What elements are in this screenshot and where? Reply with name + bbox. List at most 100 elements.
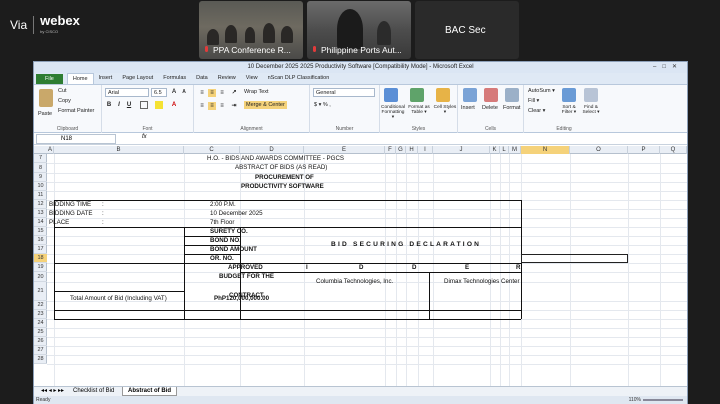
cell-total-label[interactable]: Total Amount of Bid (Including VAT) <box>70 295 167 302</box>
sheet-tab-abstract[interactable]: Abstract of Bid <box>122 387 178 396</box>
bold-button[interactable]: B <box>105 101 113 109</box>
tab-page-layout[interactable]: Page Layout <box>117 73 158 84</box>
conditional-formatting-button[interactable]: Conditional Formatting ▾ <box>380 105 406 120</box>
column-header-f[interactable]: F <box>385 146 396 154</box>
sort-filter-button[interactable]: Sort & Filter ▾ <box>558 105 580 115</box>
font-size-select[interactable]: 6.5 <box>151 88 167 97</box>
indent-icon[interactable]: ⇥ <box>230 102 238 110</box>
cell-bond-amount[interactable]: BOND AMOUNT <box>210 246 257 253</box>
cell-approved[interactable]: APPROVED <box>228 264 263 271</box>
row-header-24[interactable]: 24 <box>34 319 47 328</box>
video-tile-ppa-conference[interactable]: PPA Conference R... <box>199 1 303 59</box>
font-name-select[interactable]: Arial <box>105 88 149 97</box>
video-tile-philippine-ports[interactable]: Philippine Ports Aut... <box>307 1 411 59</box>
tab-home[interactable]: Home <box>66 73 94 84</box>
row-header-8[interactable]: 8 <box>34 163 47 173</box>
column-header-q[interactable]: Q <box>660 146 687 154</box>
row-header-19[interactable]: 19 <box>34 263 47 272</box>
cell-total-value[interactable]: PhP120,000,000.00 <box>214 295 269 302</box>
column-header-p[interactable]: P <box>628 146 660 154</box>
row-header-27[interactable]: 27 <box>34 346 47 355</box>
tab-formulas[interactable]: Formulas <box>158 73 191 84</box>
column-header-l[interactable]: L <box>500 146 509 154</box>
sort-icon[interactable] <box>562 88 576 102</box>
fx-icon[interactable]: fx <box>142 134 147 140</box>
format-as-table-button[interactable]: Format as Table ▾ <box>406 105 432 115</box>
row-header-16[interactable]: 16 <box>34 236 47 245</box>
wrap-text-button[interactable]: Wrap Text <box>244 89 269 95</box>
cell-title-abstract[interactable]: ABSTRACT OF BIDS (AS READ) <box>235 164 327 171</box>
row-header-20[interactable]: 20 <box>34 272 47 282</box>
sheet-tab-checklist[interactable]: Checklist of Bid <box>68 387 119 396</box>
zoom-level[interactable]: 110% <box>629 396 641 404</box>
column-header-n[interactable]: N <box>521 146 570 154</box>
cell-bond-no[interactable]: BOND NO. <box>210 237 241 244</box>
tab-file[interactable]: File <box>36 73 63 84</box>
row-header-12[interactable]: 12 <box>34 200 47 209</box>
column-header-m[interactable]: M <box>509 146 521 154</box>
column-header-a[interactable]: A <box>47 146 54 154</box>
video-tile-bac-sec[interactable]: BAC Sec <box>415 1 519 59</box>
name-box[interactable]: N18 <box>36 134 116 144</box>
row-header-10[interactable]: 10 <box>34 182 47 191</box>
orientation-icon[interactable]: ↗ <box>230 89 238 97</box>
column-header-o[interactable]: O <box>570 146 628 154</box>
row-header-17[interactable]: 17 <box>34 245 47 254</box>
cell-place-label[interactable]: PLACE <box>49 219 69 226</box>
tab-nscan[interactable]: nScan DLP Classification <box>263 73 335 84</box>
delete-icon[interactable] <box>484 88 498 102</box>
row-header-11[interactable]: 11 <box>34 191 47 200</box>
cell-budget-for-the[interactable]: BUDGET FOR THE <box>219 273 274 280</box>
align-left-icon[interactable]: ≡ <box>198 102 206 110</box>
cell-bidder-columbia[interactable]: Columbia Technologies, Inc. <box>316 278 393 285</box>
tab-review[interactable]: Review <box>213 73 241 84</box>
find-select-button[interactable]: Find & Select ▾ <box>580 105 602 115</box>
fill-button[interactable]: Fill ▾ <box>528 98 539 104</box>
row-header-15[interactable]: 15 <box>34 227 47 236</box>
row-header-13[interactable]: 13 <box>34 209 47 218</box>
row-header-28[interactable]: 28 <box>34 355 47 364</box>
cut-button[interactable]: Cut <box>58 88 67 94</box>
zoom-slider[interactable] <box>643 399 683 401</box>
italic-button[interactable]: I <box>115 101 123 109</box>
align-top-icon[interactable]: ≡ <box>198 89 206 97</box>
column-header-e[interactable]: E <box>304 146 385 154</box>
cell-place-value[interactable]: 7th Floor <box>210 219 234 226</box>
row-header-9[interactable]: 9 <box>34 173 47 182</box>
align-bottom-icon[interactable]: ≡ <box>218 89 226 97</box>
paste-button[interactable]: Paste <box>38 111 52 117</box>
insert-button[interactable]: Insert <box>461 105 475 111</box>
sheet-nav-arrows[interactable]: ◂◂ ◂ ▸ ▸▸ <box>36 387 69 396</box>
align-middle-icon[interactable]: ≡ <box>208 89 216 97</box>
column-header-k[interactable]: K <box>490 146 500 154</box>
cell-or-no[interactable]: OR. NO. <box>210 255 234 262</box>
column-header-b[interactable]: B <box>54 146 184 154</box>
clear-button[interactable]: Clear ▾ <box>528 108 545 114</box>
row-header-7[interactable]: 7 <box>34 154 47 163</box>
row-header-14[interactable]: 14 <box>34 218 47 227</box>
cell-styles-icon[interactable] <box>436 88 450 102</box>
column-header-i[interactable]: I <box>418 146 433 154</box>
row-header-22[interactable]: 22 <box>34 301 47 310</box>
format-table-icon[interactable] <box>410 88 424 102</box>
row-header-26[interactable]: 26 <box>34 337 47 346</box>
row-header-21[interactable]: 21 <box>34 282 47 301</box>
tab-view[interactable]: View <box>241 73 263 84</box>
align-center-icon[interactable]: ≡ <box>208 102 216 110</box>
format-button[interactable]: Format <box>503 105 520 111</box>
column-header-g[interactable]: G <box>396 146 406 154</box>
cell-bid-securing-declaration[interactable]: BID SECURING DECLARATION <box>331 241 481 248</box>
cell-bidding-date-label[interactable]: BIDDING DATE <box>49 210 93 217</box>
number-format-select[interactable]: General <box>313 88 375 97</box>
cell-bidding-date-value[interactable]: 10 December 2025 <box>210 210 263 217</box>
window-controls[interactable]: –□✕ <box>653 62 683 73</box>
cell-surety[interactable]: SURETY CO. <box>210 228 248 235</box>
cell-title-procurement[interactable]: PROCUREMENT OF <box>255 174 314 181</box>
cell-bidding-time-label[interactable]: BIDDING TIME <box>49 201 91 208</box>
conditional-formatting-icon[interactable] <box>384 88 398 102</box>
column-header-j[interactable]: J <box>433 146 490 154</box>
row-header-23[interactable]: 23 <box>34 310 47 319</box>
column-header-d[interactable]: D <box>240 146 304 154</box>
grow-font-icon[interactable]: A <box>170 88 178 96</box>
column-header-c[interactable]: C <box>184 146 240 154</box>
